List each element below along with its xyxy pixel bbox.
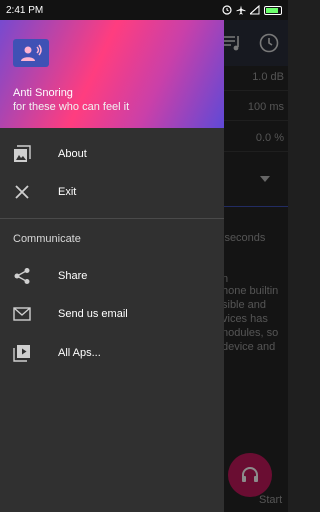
app-name: Anti Snoring	[13, 87, 73, 99]
navigation-drawer: Anti Snoring for these who can feel it A…	[0, 0, 224, 512]
signal-icon	[250, 5, 260, 15]
battery-icon	[264, 5, 282, 15]
status-bar: 2:41 PM	[0, 0, 288, 20]
close-icon	[12, 182, 32, 202]
drawer-item-label: All Aps...	[58, 347, 101, 359]
drawer-item-about[interactable]: About	[0, 135, 224, 173]
image-icon	[12, 144, 32, 164]
drawer-item-label: Share	[58, 270, 88, 282]
drawer-divider	[0, 218, 224, 219]
alarm-icon	[222, 5, 232, 15]
play-library-icon	[12, 343, 32, 363]
email-icon	[12, 304, 32, 324]
drawer-item-label: Exit	[58, 186, 77, 198]
airplane-icon	[236, 5, 246, 15]
drawer-item-label: About	[58, 148, 87, 160]
status-icons	[222, 5, 282, 15]
drawer-item-all-apps[interactable]: All Aps...	[0, 334, 224, 372]
section-title-communicate: Communicate	[13, 233, 81, 245]
app-tagline: for these who can feel it	[13, 101, 130, 113]
speaker-person-icon	[21, 44, 42, 61]
app-logo-icon	[13, 39, 49, 67]
drawer-item-exit[interactable]: Exit	[0, 173, 224, 211]
drawer-item-send-email[interactable]: Send us email	[0, 295, 224, 333]
drawer-item-share[interactable]: Share	[0, 257, 224, 295]
status-time: 2:41 PM	[6, 4, 44, 16]
drawer-item-label: Send us email	[58, 308, 128, 320]
share-icon	[12, 266, 32, 286]
